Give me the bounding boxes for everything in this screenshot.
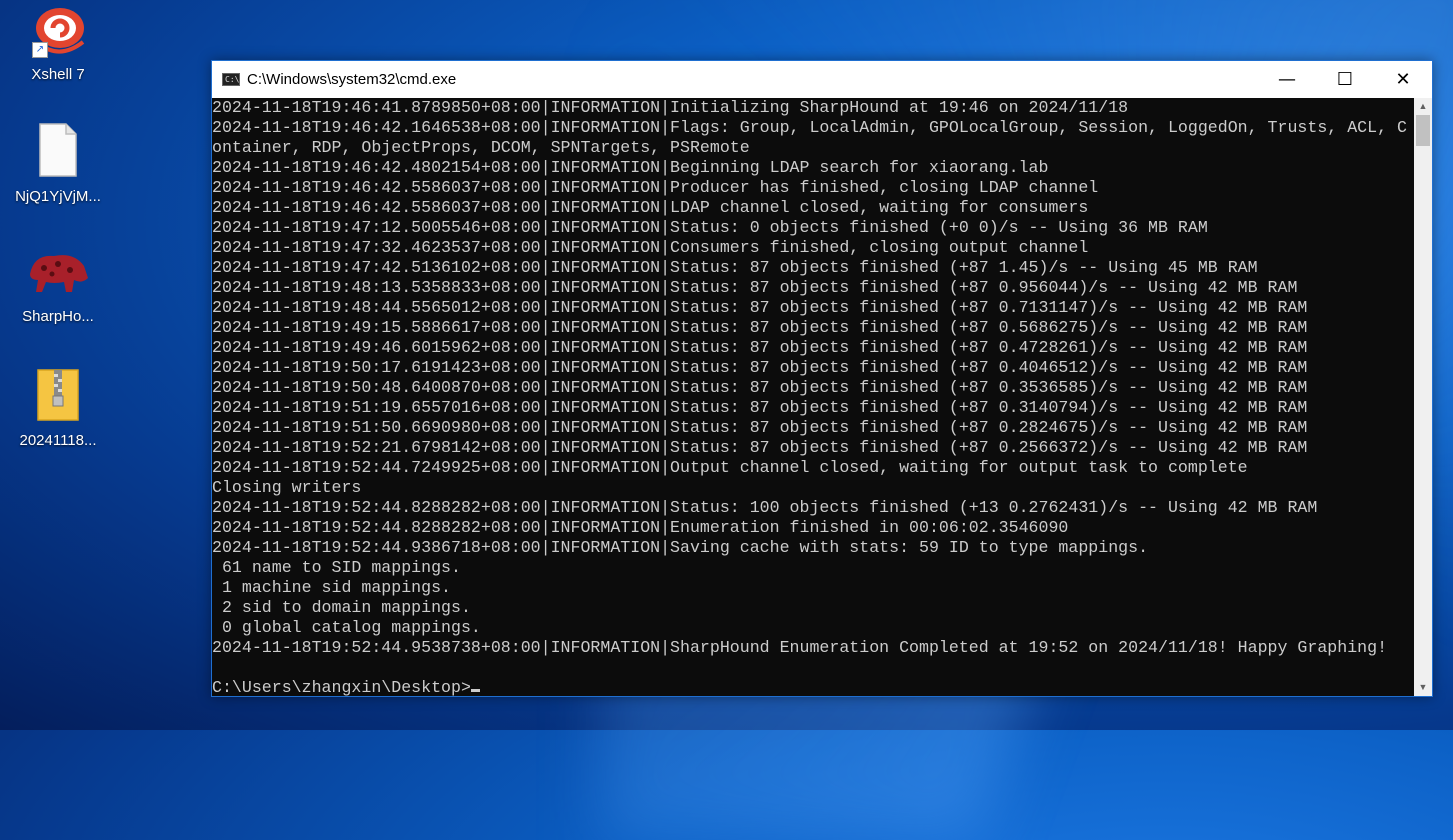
desktop-icons: ↗ Xshell 7 NjQ1YjVjM... SharpHo... 20241… [0,0,115,730]
window-controls: — ☐ ✕ [1258,61,1432,98]
console-line: 2024-11-18T19:52:44.9538738+08:00|INFORM… [212,638,1388,657]
vertical-scrollbar[interactable]: ▲ ▼ [1414,98,1432,696]
console-line: 2024-11-18T19:46:41.8789850+08:00|INFORM… [212,98,1129,117]
maximize-button[interactable]: ☐ [1316,61,1374,98]
cmd-window[interactable]: C:\ C:\Windows\system32\cmd.exe — ☐ ✕ 20… [211,60,1433,697]
desktop-icon-file[interactable]: NjQ1YjVjM... [8,122,108,205]
console-line: 2024-11-18T19:51:50.6690980+08:00|INFORM… [212,418,1308,437]
console-line: 2024-11-18T19:46:42.4802154+08:00|INFORM… [212,158,1049,177]
command-prompt[interactable]: C:\Users\zhangxin\Desktop> [212,678,471,696]
zip-folder-icon [8,366,108,426]
desktop-icon-xshell[interactable]: ↗ Xshell 7 [8,4,108,83]
scroll-down-icon[interactable]: ▼ [1414,679,1432,696]
console-line: 2024-11-18T19:47:12.5005546+08:00|INFORM… [212,218,1208,237]
desktop-icon-label: Xshell 7 [31,66,85,83]
console-line: 61 name to SID mappings. [212,558,461,577]
title-bar[interactable]: C:\ C:\Windows\system32\cmd.exe — ☐ ✕ [212,61,1432,98]
window-title: C:\Windows\system32\cmd.exe [247,71,457,88]
console-line: 2024-11-18T19:49:15.5886617+08:00|INFORM… [212,318,1308,337]
console-line: 2024-11-18T19:46:42.5586037+08:00|INFORM… [212,178,1099,197]
console-line: ontainer, RDP, ObjectProps, DCOM, SPNTar… [212,138,750,157]
console-line: 2024-11-18T19:46:42.1646538+08:00|INFORM… [212,118,1407,137]
desktop-icon-label: 20241118... [19,432,97,449]
console-line: 2024-11-18T19:48:44.5565012+08:00|INFORM… [212,298,1308,317]
console-line: Closing writers [212,478,362,497]
console-line: 2024-11-18T19:52:44.9386718+08:00|INFORM… [212,538,1149,557]
console-line: 2024-11-18T19:50:48.6400870+08:00|INFORM… [212,378,1308,397]
console-line: 2024-11-18T19:46:42.5586037+08:00|INFORM… [212,198,1089,217]
minimize-button[interactable]: — [1258,61,1316,98]
console-line: 2024-11-18T19:51:19.6557016+08:00|INFORM… [212,398,1308,417]
console-line: 2024-11-18T19:52:44.8288282+08:00|INFORM… [212,518,1069,537]
console-output[interactable]: 2024-11-18T19:46:41.8789850+08:00|INFORM… [212,98,1414,696]
xshell-icon [8,4,108,60]
console-line: 2024-11-18T19:47:32.4623537+08:00|INFORM… [212,238,1089,257]
console-line: 2024-11-18T19:52:21.6798142+08:00|INFORM… [212,438,1308,457]
console-line: 1 machine sid mappings. [212,578,451,597]
scroll-up-icon[interactable]: ▲ [1414,98,1432,115]
close-button[interactable]: ✕ [1374,61,1432,98]
text-cursor [470,689,480,692]
file-icon [8,122,108,182]
console-line: 2024-11-18T19:52:44.7249925+08:00|INFORM… [212,458,1248,477]
console-line: 2024-11-18T19:50:17.6191423+08:00|INFORM… [212,358,1308,377]
console-line: 2024-11-18T19:52:44.8288282+08:00|INFORM… [212,498,1318,517]
desktop-icon-zip[interactable]: 20241118... [8,366,108,449]
desktop-icon-label: NjQ1YjVjM... [15,188,101,205]
cmd-icon: C:\ [222,73,240,86]
console-line: 2024-11-18T19:48:13.5358833+08:00|INFORM… [212,278,1298,297]
console-line: 2024-11-18T19:49:46.6015962+08:00|INFORM… [212,338,1308,357]
console-line: 2024-11-18T19:47:42.5136102+08:00|INFORM… [212,258,1258,277]
shortcut-arrow-icon: ↗ [32,42,48,58]
console-line: 2 sid to domain mappings. [212,598,471,617]
sharphound-icon [8,244,108,302]
desktop-icon-label: SharpHo... [22,308,94,325]
console-text: 2024-11-18T19:46:41.8789850+08:00|INFORM… [212,98,1414,696]
desktop-icon-sharphound[interactable]: SharpHo... [8,244,108,325]
console-line: 0 global catalog mappings. [212,618,481,637]
scrollbar-thumb[interactable] [1416,115,1430,146]
